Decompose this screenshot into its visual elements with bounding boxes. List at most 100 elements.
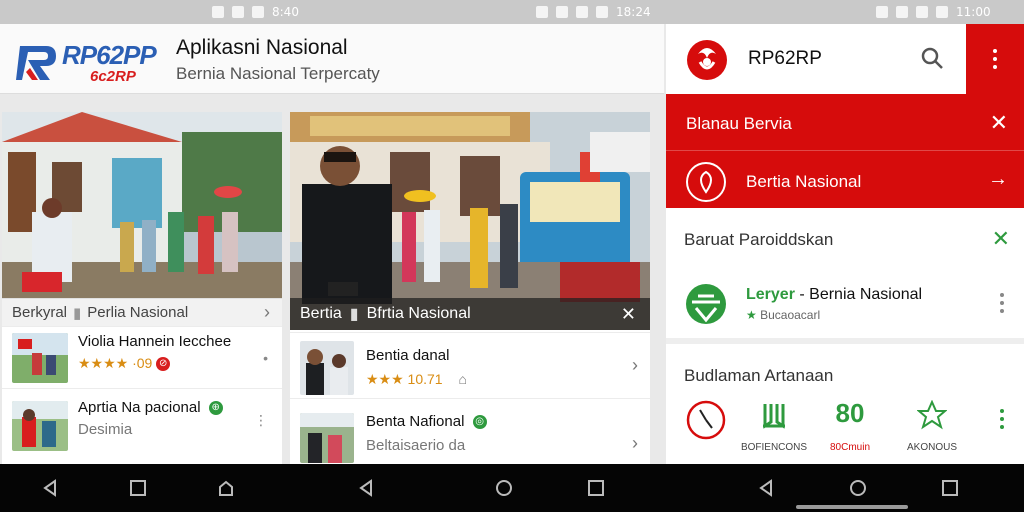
status-left: 8:40 (212, 4, 299, 20)
thumbnail (12, 333, 68, 383)
close-icon[interactable]: ✕ (992, 226, 1010, 252)
list-item[interactable]: Bentia danal ★★★ 10.71 ⌂ › (290, 332, 650, 398)
message-icon (252, 6, 264, 18)
leaf-icon (700, 170, 712, 194)
status-time-mid: 18:24 (616, 5, 651, 19)
channel-logo-icon[interactable] (684, 282, 728, 326)
panel-title: RP62RP (748, 48, 822, 69)
recents-icon[interactable] (586, 478, 606, 498)
bookmark-icon (763, 404, 785, 429)
status-time-left: 8:40 (272, 5, 299, 19)
app-logo[interactable]: RP62PP 6c2RP (16, 34, 162, 86)
tool-score[interactable]: 80 80Cmuin (810, 394, 890, 464)
signal-icon (556, 6, 568, 18)
news-photo-left[interactable] (2, 112, 282, 298)
star-icon (916, 399, 948, 430)
bookmark-icon: ▮ (73, 304, 82, 322)
home-icon[interactable] (848, 478, 868, 498)
more-icon[interactable]: • (263, 351, 268, 365)
notification-item-label[interactable]: Bertia Nasional (746, 172, 861, 192)
more-vert-icon (993, 49, 997, 69)
more-vert-icon[interactable]: ⋮ (254, 413, 268, 427)
rose-logo-icon[interactable] (684, 36, 730, 82)
vibrate-icon (536, 6, 548, 18)
score-value: 80 (835, 398, 865, 428)
thumb-photo (300, 413, 354, 463)
arrow-right-icon[interactable]: → (988, 168, 1008, 191)
item-subtitle: Beltaisaerio da (366, 437, 466, 454)
news-card-left[interactable]: Berkyral ▮ Perlia Nasional › Violia Hann… (2, 112, 282, 464)
clock-icon (686, 400, 726, 440)
more-vert-icon[interactable] (1000, 292, 1004, 314)
warning-badge-icon: ⊘ (156, 357, 171, 372)
home-icon[interactable] (216, 478, 236, 498)
item-rating: ★★★★ ·09 ⊘ (78, 355, 171, 372)
item-title: Bentia danal (366, 347, 450, 364)
close-icon[interactable]: ✕ (990, 110, 1008, 136)
news-card-mid[interactable]: Bertia ▮ Bfrtia Nasional ✕ Bentia danal … (290, 112, 650, 464)
wifi-icon (576, 6, 588, 18)
app-header: RP62PP 6c2RP Aplikasni Nasional Bernia N… (0, 24, 664, 94)
rating-stars: ★★★★ ·09 (78, 355, 153, 371)
signal-icon (916, 6, 928, 18)
chevron-right-icon[interactable]: › (632, 433, 638, 454)
tool-bookmarks[interactable]: BOFIENCONS (734, 394, 814, 464)
section-title: Baruat Paroiddskan (684, 230, 834, 249)
thumbnail (12, 401, 68, 451)
divider (666, 150, 1024, 151)
photo-village-scene (2, 112, 282, 298)
gesture-handle[interactable] (796, 505, 908, 509)
back-icon[interactable] (40, 478, 60, 498)
lock-icon: ⌂ (458, 371, 467, 387)
channel-subtitle: ★ Bucaoacarl (746, 308, 820, 322)
caption-title: Bfrtia Nasional (366, 305, 471, 322)
status-bar: 8:40 18:24 11:00 (0, 0, 1024, 24)
section-title: Budlaman Artanaan (684, 366, 834, 385)
section-label: Berkyral (12, 304, 68, 321)
check-badge-icon: ⊕ (208, 401, 223, 416)
chevron-right-icon[interactable]: › (264, 302, 270, 323)
panel-top-bar: RP62RP (666, 24, 966, 94)
item-title-text: Benta Nafional (366, 413, 465, 430)
item-title: Violia Hannein Iecchee (78, 333, 232, 350)
screen: 8:40 18:24 11:00 RP62PP 6c2RP Aplikasni (0, 0, 1024, 512)
thumb-photo (300, 341, 354, 395)
image-icon (232, 6, 244, 18)
notification-icon (212, 6, 224, 18)
home-icon[interactable] (494, 478, 514, 498)
logo-mark-icon (16, 46, 56, 80)
close-icon[interactable]: ✕ (621, 304, 636, 325)
section-title: Perlia Nasional (87, 304, 189, 321)
status-time-right: 11:00 (956, 5, 991, 19)
check-badge-icon: ◎ (472, 415, 487, 430)
notification-block: Blanau Bervia ✕ Bertia Nasional → (666, 94, 1024, 208)
bluetooth-icon (876, 6, 888, 18)
caption-label: Bertia (300, 305, 342, 322)
tool-label: AKONOUS (906, 442, 957, 453)
chevron-right-icon[interactable]: › (632, 355, 638, 376)
menu-button[interactable] (966, 24, 1024, 94)
more-vert-icon[interactable] (1000, 408, 1004, 430)
list-item[interactable]: Aprtia Na pacional ⊕ Desimia ⋮ (2, 388, 282, 464)
tool-favorites[interactable]: AKONOUS (892, 394, 972, 464)
thumbnail (300, 341, 354, 395)
back-icon[interactable] (356, 478, 376, 498)
recents-icon[interactable] (940, 478, 960, 498)
list-item[interactable]: Benta Nafional ◎ Beltaisaerio da › (290, 398, 650, 464)
channel-title[interactable]: Leryer - Bernia Nasional (746, 286, 922, 304)
item-title-text: Aprtia Na pacional (78, 399, 201, 416)
page-subtitle: Bernia Nasional Terpercaty (176, 64, 380, 83)
photo-caption-bar[interactable]: Bertia ▮ Bfrtia Nasional ✕ (290, 298, 650, 330)
thumb-photo (12, 333, 68, 383)
item-rating: ★★★ 10.71 ⌂ (366, 371, 467, 388)
item-subtitle: Desimia (78, 421, 133, 438)
back-icon[interactable] (756, 478, 776, 498)
channel-desc: - Bernia Nasional (794, 286, 923, 303)
search-icon[interactable] (920, 46, 944, 70)
list-item[interactable]: Violia Hannein Iecchee ★★★★ ·09 ⊘ • (2, 326, 282, 388)
channel-name: Leryer (746, 286, 795, 303)
recents-icon[interactable] (128, 478, 148, 498)
section-header-left[interactable]: Berkyral ▮ Perlia Nasional › (2, 298, 282, 326)
item-title: Benta Nafional ◎ (366, 413, 487, 430)
logo-text: RP62PP (62, 40, 157, 70)
